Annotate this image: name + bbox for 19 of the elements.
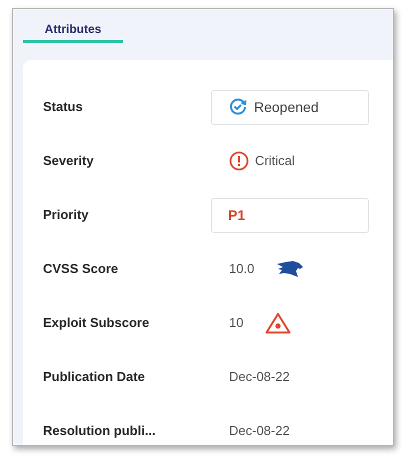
value-text: Critical (255, 152, 295, 170)
eagle-head-icon (276, 260, 304, 278)
attribute-label: Status (43, 98, 84, 116)
warning-triangle-icon (265, 312, 292, 334)
alert-circle-icon (229, 151, 249, 171)
tab[interactable]: Attributes (23, 17, 123, 43)
value-text: Dec-08-22 (229, 368, 290, 386)
value-text: P1 (228, 206, 246, 224)
attribute-label: Exploit Subscore (43, 314, 150, 332)
attribute-label: Resolution publi... (43, 422, 157, 440)
value-text: 10.0 (229, 260, 254, 278)
refresh-check-icon (228, 97, 248, 117)
attribute-label: Priority (43, 206, 90, 224)
value-text: 10 (229, 314, 244, 332)
attribute-label: Publication Date (43, 368, 146, 386)
attribute-label: Severity (43, 152, 95, 170)
value-text: Dec-08-22 (229, 422, 290, 440)
value-text: Reopened (254, 98, 319, 117)
attribute-label: CVSS Score (43, 260, 120, 278)
